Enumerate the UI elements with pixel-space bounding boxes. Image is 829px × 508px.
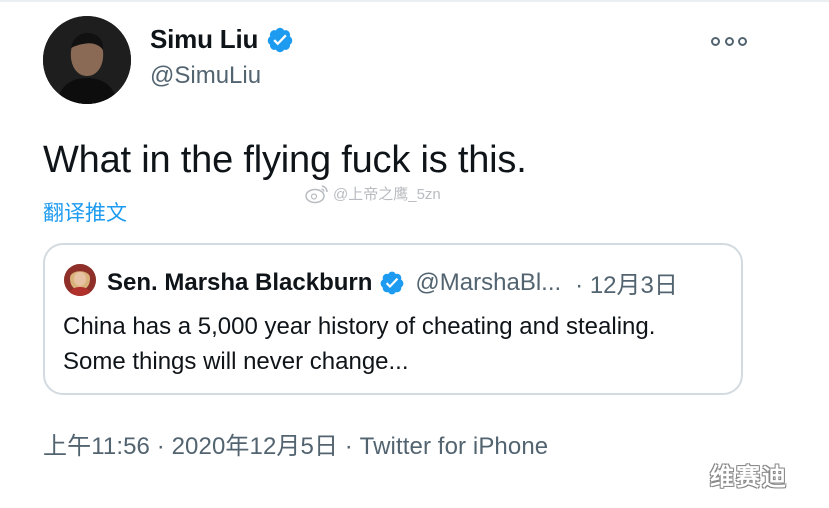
author-name-row[interactable]: Simu Liu: [150, 24, 294, 55]
quoted-tweet-date[interactable]: · 12月3日: [575, 265, 678, 300]
verified-badge-icon: [267, 27, 293, 52]
weibo-watermark: @上帝之鹰_5zn: [305, 183, 441, 204]
watermark-text: @上帝之鹰_5zn: [333, 186, 441, 203]
quoted-author-handle[interactable]: @MarshaBl...: [415, 269, 561, 297]
verified-badge-icon: [381, 271, 404, 294]
author-handle[interactable]: @SimuLiu: [150, 62, 261, 90]
author-avatar[interactable]: [43, 16, 131, 104]
translate-tweet-link[interactable]: 翻译推文: [43, 197, 127, 227]
tweet-text: What in the flying fuck is this.: [43, 139, 527, 181]
quoted-text-line-2: Some things will never change...: [63, 348, 409, 375]
quoted-text-line-1: China has a 5,000 year history of cheati…: [63, 313, 656, 340]
author-display-name[interactable]: Simu Liu: [150, 24, 258, 55]
quoted-tweet-header: Sen. Marsha Blackburn @MarshaBl... · 12月…: [107, 265, 678, 300]
quoted-author-name[interactable]: Sen. Marsha Blackburn: [107, 269, 372, 297]
quoted-tweet-card[interactable]: Sen. Marsha Blackburn @MarshaBl... · 12月…: [43, 243, 743, 395]
top-divider: [0, 0, 829, 2]
more-options-icon[interactable]: [711, 34, 747, 48]
quoted-author-avatar[interactable]: [64, 264, 96, 296]
quoted-tweet-text: China has a 5,000 year history of cheati…: [63, 309, 655, 379]
tweet-timestamp-source[interactable]: 上午11:56 · 2020年12月5日 · Twitter for iPhon…: [43, 426, 548, 461]
corner-watermark: 维赛迪: [710, 464, 788, 491]
weibo-icon: [305, 184, 328, 203]
